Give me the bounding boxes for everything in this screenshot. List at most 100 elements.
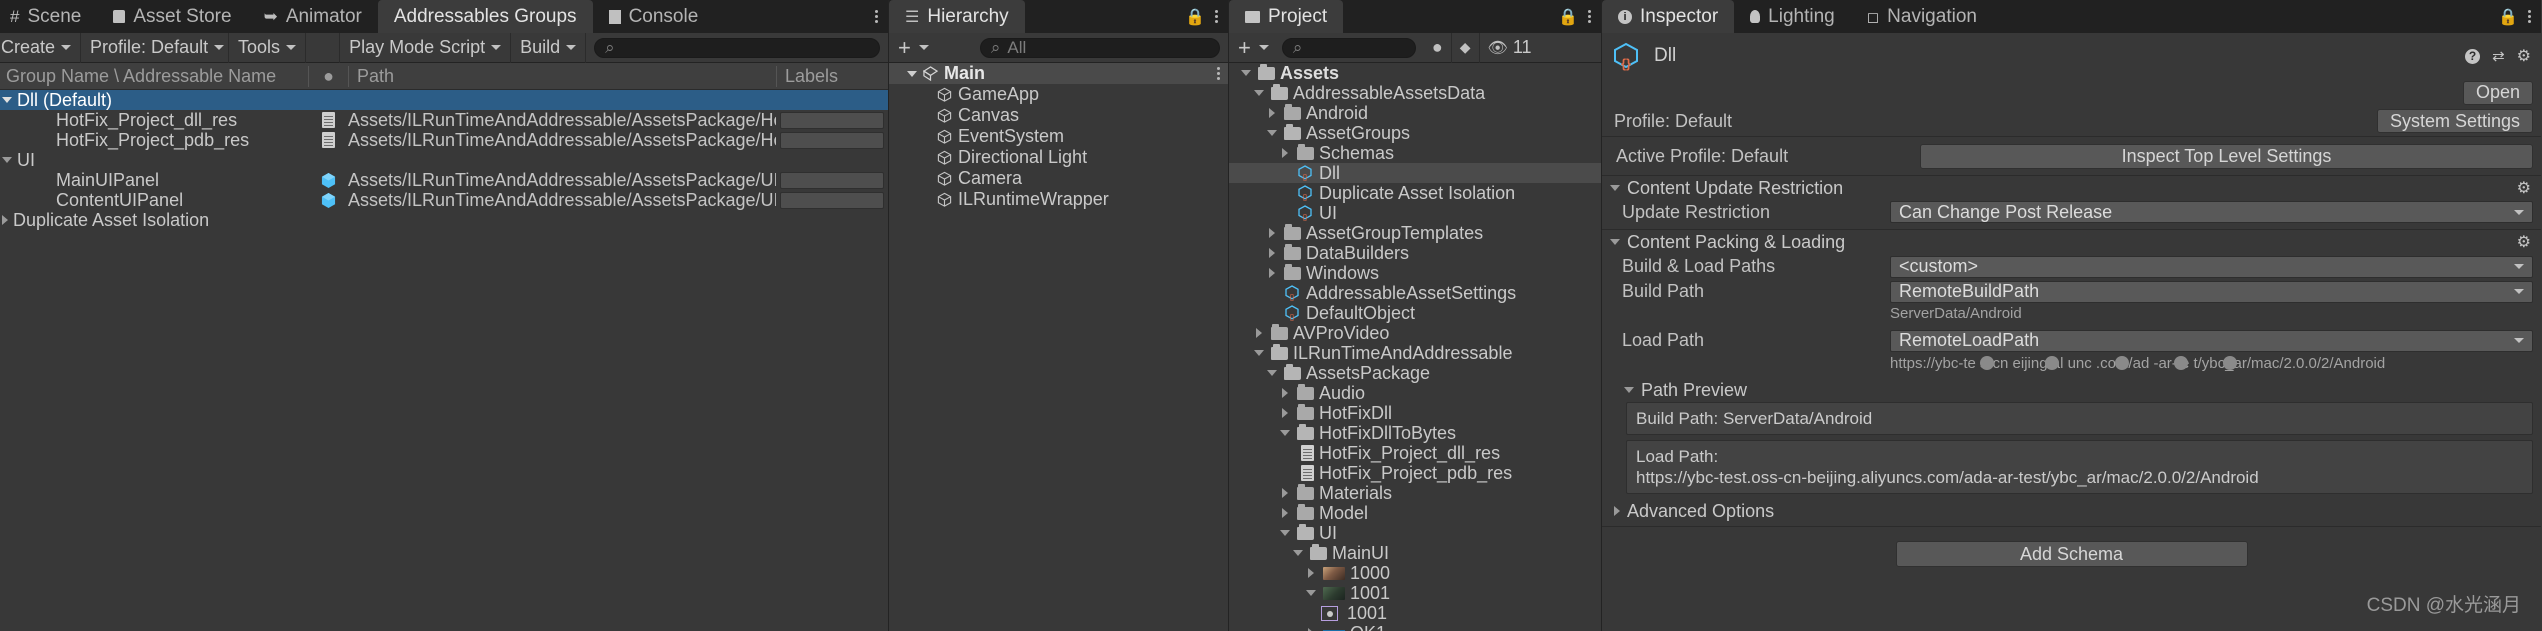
tab-hierarchy[interactable]: ☰ Hierarchy [889,0,1025,33]
project-row-ui-group[interactable]: {} UI [1229,203,1601,223]
column-path[interactable]: Path [348,65,776,87]
inspect-top-level-settings-button[interactable]: Inspect Top Level Settings [1920,143,2533,169]
tab-inspector[interactable]: i Inspector [1602,0,1735,33]
create-button[interactable]: Create [0,32,82,63]
gear-icon[interactable]: ⚙ [2517,232,2531,252]
project-row-materials[interactable]: Materials [1229,483,1601,503]
panel-menu-icon[interactable] [1215,10,1218,23]
addressables-search-input[interactable]: ⌕ [594,37,880,58]
panel-menu-icon[interactable] [1588,10,1591,23]
addressables-entry-row[interactable]: ContentUIPanel Assets/ILRunTimeAndAddres… [0,190,888,210]
entry-labels[interactable] [776,111,888,129]
project-row-windows[interactable]: Windows [1229,263,1601,283]
project-row-hotfixdlltobytes[interactable]: HotFixDllToBytes [1229,423,1601,443]
hierarchy-add-button[interactable]: + [889,33,938,63]
chevron-right-icon[interactable] [1308,568,1314,578]
chevron-down-icon[interactable] [1267,130,1277,136]
addressables-entry-row[interactable]: HotFix_Project_dll_res Assets/ILRunTimeA… [0,110,888,130]
hierarchy-item-eventsystem[interactable]: EventSystem [889,126,1228,147]
path-preview-foldout[interactable]: Path Preview [1602,378,2541,402]
chevron-down-icon[interactable] [1610,185,1620,191]
tab-lighting[interactable]: Lighting [1734,0,1851,33]
column-labels[interactable]: Labels [776,65,888,87]
hidden-packages-toggle[interactable]: 👁 11 [1480,33,1540,63]
hierarchy-item-gameapp[interactable]: GameApp [889,84,1228,105]
tab-navigation[interactable]: ◻ Navigation [1851,0,1993,33]
tab-console[interactable]: Console [593,0,715,33]
filter-by-label-icon[interactable]: ◆ [1452,32,1480,63]
panel-menu-icon[interactable] [875,10,878,23]
hierarchy-scene-row[interactable]: Main [889,63,1228,84]
chevron-down-icon[interactable] [1624,387,1634,393]
project-row-audio[interactable]: Audio [1229,383,1601,403]
tab-scene[interactable]: # Scene [0,0,97,33]
project-add-button[interactable]: + [1229,33,1278,63]
profile-dropdown[interactable]: Profile: Default [81,32,230,63]
chevron-right-icon[interactable] [1269,268,1275,278]
chevron-right-icon[interactable] [1269,108,1275,118]
chevron-right-icon[interactable] [1256,328,1262,338]
project-row-databuilders[interactable]: DataBuilders [1229,243,1601,263]
chevron-right-icon[interactable] [1282,488,1288,498]
column-type-icon[interactable]: ● [308,65,348,87]
chevron-down-icon[interactable] [1254,90,1264,96]
scene-menu-icon[interactable] [1217,67,1220,80]
entry-labels[interactable] [776,171,888,189]
tab-project[interactable]: Project [1229,0,1344,33]
chevron-down-icon[interactable] [1610,239,1620,245]
hierarchy-item-canvas[interactable]: Canvas [889,105,1228,126]
advanced-options-foldout[interactable]: Advanced Options [1602,499,2541,523]
project-row-texture-1001[interactable]: 1001 [1229,583,1601,603]
addressables-entry-row[interactable]: HotFix_Project_pdb_res Assets/ILRunTimeA… [0,130,888,150]
chevron-right-icon[interactable] [1282,408,1288,418]
lock-icon[interactable]: 🔒 [2498,7,2518,27]
project-row-hotfixdll[interactable]: HotFixDll [1229,403,1601,423]
gear-icon[interactable]: ⚙ [2517,178,2531,198]
project-row-mainui[interactable]: MainUI [1229,543,1601,563]
build-button[interactable]: Build [511,32,587,63]
project-row-ilruntimeandaddressable[interactable]: ILRunTimeAndAddressable [1229,343,1601,363]
chevron-right-icon[interactable] [1282,508,1288,518]
project-row-assetgrouptemplates[interactable]: AssetGroupTemplates [1229,223,1601,243]
addressables-group-row[interactable]: Dll (Default) [0,90,888,110]
addressables-entry-row[interactable]: MainUIPanel Assets/ILRunTimeAndAddressab… [0,170,888,190]
chevron-right-icon[interactable] [1282,148,1288,158]
panel-menu-icon[interactable] [2528,10,2531,23]
hierarchy-item-camera[interactable]: Camera [889,168,1228,189]
project-row-sprite-1001[interactable]: 1001 [1229,603,1601,623]
project-row-hotfix-project-dll-res[interactable]: HotFix_Project_dll_res [1229,443,1601,463]
tools-button[interactable]: Tools [229,32,307,63]
project-row-addressableassetsettings[interactable]: {} AddressableAssetSettings [1229,283,1601,303]
hierarchy-item-directional-light[interactable]: Directional Light [889,147,1228,168]
project-row-ui-folder[interactable]: UI [1229,523,1601,543]
help-icon[interactable]: ? [2465,48,2481,64]
chevron-right-icon[interactable] [1269,248,1275,258]
project-row-assetgroups[interactable]: AssetGroups [1229,123,1601,143]
chevron-down-icon[interactable] [1280,430,1290,436]
play-mode-script-button[interactable]: Play Mode Script [340,32,512,63]
lock-icon[interactable]: 🔒 [1558,7,1578,27]
system-settings-button[interactable]: System Settings [2376,109,2533,133]
entry-labels[interactable] [776,191,888,209]
add-schema-button[interactable]: Add Schema [1895,541,2248,567]
project-row-defaultobject[interactable]: {} DefaultObject [1229,303,1601,323]
gear-icon[interactable]: ⚙ [2517,46,2531,66]
project-row-model[interactable]: Model [1229,503,1601,523]
load-path-dropdown[interactable]: RemoteLoadPath [1890,329,2533,352]
project-row-addressableassetsdata[interactable]: AddressableAssetsData [1229,83,1601,103]
content-packing-loading-foldout[interactable]: Content Packing & Loading ⚙ [1602,230,2541,254]
tab-asset-store[interactable]: Asset Store [97,0,247,33]
chevron-down-icon[interactable] [1280,530,1290,536]
project-row-ok1[interactable]: OK1 [1229,623,1601,631]
column-group-name[interactable]: Group Name \ Addressable Name [0,66,308,87]
project-row-android[interactable]: Android [1229,103,1601,123]
open-button[interactable]: Open [2462,80,2533,105]
content-update-restriction-foldout[interactable]: Content Update Restriction ⚙ [1602,176,2541,200]
chevron-down-icon[interactable] [1293,550,1303,556]
entry-labels[interactable] [776,131,888,149]
chevron-down-icon[interactable] [2,157,12,163]
addressables-group-row[interactable]: UI [0,150,888,170]
chevron-right-icon[interactable] [1282,388,1288,398]
chevron-down-icon[interactable] [1241,70,1251,76]
tab-addressables-groups[interactable]: Addressables Groups [377,0,593,33]
